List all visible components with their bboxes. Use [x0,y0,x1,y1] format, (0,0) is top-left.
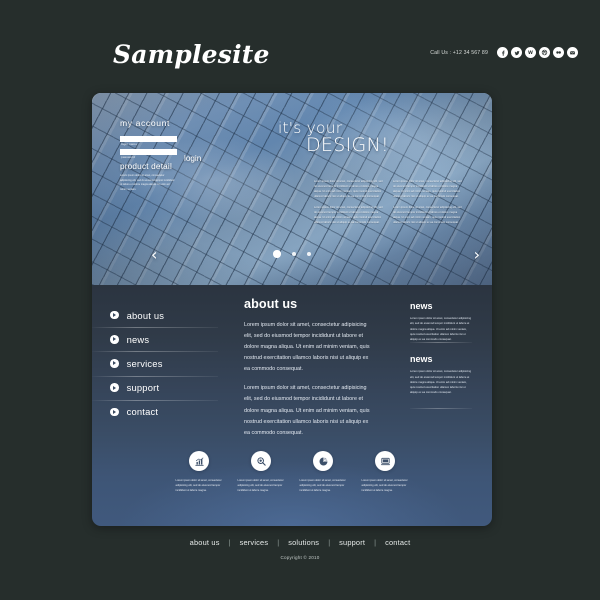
site-header: Samplesite Call Us : +12 34 567 89 W [0,0,600,90]
phone-number: Call Us : +12 34 567 89 [430,49,488,56]
headline-line-2: DESIGN! [306,134,389,156]
hero-headline: it's your DESIGN! [278,119,389,156]
carousel-dot-3[interactable] [306,252,311,256]
my-account-title: my account [120,118,170,128]
feature-cell: Lorem ipsum dolor sit amet, consectetur … [238,451,285,493]
pie-chart-icon[interactable] [313,451,333,471]
feature-cell: Lorem ipsum dolor sit amet, consectetur … [362,451,409,493]
copyright-text: Copyright © 2010 [280,555,320,560]
footer-link-solutions[interactable]: solutions [288,538,319,547]
news-divider [410,407,472,409]
content-paragraph: Lorem ipsum dolor sit amet, consectetur … [244,385,370,436]
footer-separator: | [374,538,377,547]
sidebar-item-news[interactable]: news [92,327,218,351]
password-label: password [121,154,136,159]
sidebar-item-label: news [126,333,150,345]
sidebar-item-label: support [126,382,160,394]
sidebar-item-label: about us [126,309,165,321]
hero-paragraph: Lorem ipsum dolor sit amet, consectetur … [393,180,462,199]
hero-column-1: Lorem ipsum dolor sit amet, consectetur … [314,179,383,231]
desktop-monitor-icon[interactable] [375,451,395,471]
page-root: Samplesite Call Us : +12 34 567 89 W my … [0,0,600,600]
password-input[interactable]: password [120,149,177,159]
carousel-dot-2[interactable] [291,252,296,256]
my-account-panel: my account login name password login pro… [120,118,250,193]
main-content: about us Lorem ipsum dolor sit amet, con… [244,297,374,447]
footer-separator: | [328,538,331,547]
news-body: Lorem ipsum dolor sit amet, consectetur … [410,317,472,342]
site-footer: about us | services | solutions | suppor… [0,538,600,560]
hero-banner: my account login name password login pro… [92,93,492,285]
footer-link-services[interactable]: services [240,538,269,547]
news-sidebar: news Lorem ipsum dolor sit amet, consect… [410,301,472,409]
flickr-icon[interactable] [553,47,564,58]
bar-chart-icon[interactable] [189,451,209,471]
sidebar-item-about-us[interactable]: about us [110,303,218,327]
site-card: my account login name password login pro… [92,93,492,526]
content-paragraph: Lorem ipsum dolor sit amet, consectetur … [244,322,370,373]
page-title: about us [244,297,298,311]
features-row: Lorem ipsum dolor sit amet, consectetur … [112,451,472,493]
sidebar-item-services[interactable]: services [92,351,218,375]
feature-cell: Lorem ipsum dolor sit amet, consectetur … [300,451,347,493]
play-arrow-icon [110,383,119,392]
product-detail-text: Lorem ipsum dolor sit amet, consectetur … [120,174,175,191]
hero-paragraph: Lorem ipsum dolor sit amet, consectetur … [393,206,462,225]
search-settings-icon[interactable] [251,451,271,471]
play-arrow-icon [110,310,119,320]
footer-link-about-us[interactable]: about us [190,538,220,547]
footer-separator: | [277,538,280,547]
sidebar-item-support[interactable]: support [92,375,218,400]
wordpress-icon[interactable]: W [525,47,536,58]
header-contact-bar: Call Us : +12 34 567 89 W [430,47,578,58]
social-links: W [497,47,578,58]
svg-text:W: W [528,50,533,56]
facebook-icon[interactable] [497,47,508,58]
feature-text: Lorem ipsum dolor sit amet, consectetur … [361,479,408,493]
footer-link-contact[interactable]: contact [385,538,410,547]
feature-text: Lorem ipsum dolor sit amet, consectetur … [175,479,222,493]
news-title: news [410,354,433,365]
news-block: news Lorem ipsum dolor sit amet, consect… [410,342,472,395]
feature-cell: Lorem ipsum dolor sit amet, consectetur … [176,451,223,493]
sidebar-item-label: contact [126,406,159,418]
card-body: about us news services support contact a… [92,285,492,526]
twitter-icon[interactable] [511,47,522,58]
hero-text-columns: Lorem ipsum dolor sit amet, consectetur … [314,179,462,231]
product-detail-link[interactable]: product detail [120,162,250,171]
news-title: news [410,301,433,311]
play-arrow-icon [110,407,119,417]
hero-paragraph: Lorem ipsum dolor sit amet, consectetur … [314,206,383,225]
play-arrow-icon [110,334,119,344]
login-name-input[interactable]: login name [120,136,177,146]
dribbble-icon[interactable] [539,47,550,58]
footer-navigation: about us | services | solutions | suppor… [0,538,600,547]
email-icon[interactable] [567,47,578,58]
sidebar-item-label: services [126,357,163,369]
news-body: Lorem ipsum dolor sit amet, consectetur … [410,370,472,395]
hero-paragraph: Lorem ipsum dolor sit amet, consectetur … [314,180,383,199]
sidebar-item-contact[interactable]: contact [92,399,218,424]
footer-link-support[interactable]: support [339,538,365,547]
feature-text: Lorem ipsum dolor sit amet, consectetur … [237,479,284,493]
brand-logo[interactable]: Samplesite [113,40,270,69]
login-name-label: login name [121,141,138,146]
news-block: news Lorem ipsum dolor sit amet, consect… [410,301,472,342]
login-button[interactable]: login [184,154,201,163]
feature-text: Lorem ipsum dolor sit amet, consectetur … [299,479,346,493]
hero-column-2: Lorem ipsum dolor sit amet, consectetur … [393,179,462,231]
footer-separator: | [228,538,231,547]
main-navigation: about us news services support contact [92,303,218,424]
carousel-dots [92,250,492,258]
carousel-dot-1[interactable] [273,250,281,258]
play-arrow-icon [110,359,119,368]
